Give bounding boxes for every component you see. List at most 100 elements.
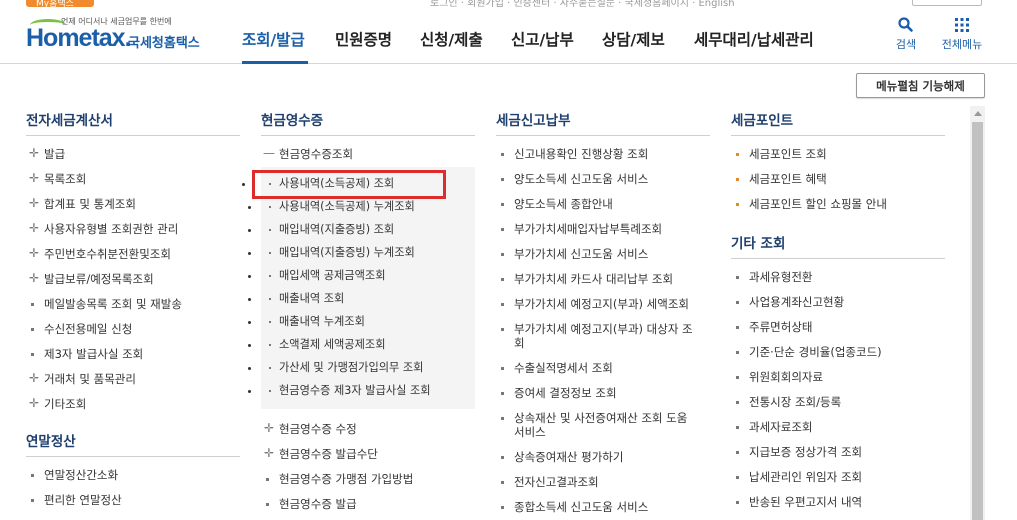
plus-icon: ✛ — [263, 421, 275, 435]
menu-item[interactable]: ✛ 발급보류/예정목록조회 — [26, 267, 240, 292]
menu-item[interactable]: 가산세 및 가맹점가입의무 조회 — [261, 357, 475, 380]
menu-item-label: 매입내역(지출증빙) 누계조회 — [279, 246, 415, 259]
menu-item[interactable]: 부가가치세 예정고지(부과) 대상자 조회 — [496, 317, 696, 356]
menu-item-label: 사업용계좌신고현황 — [749, 295, 845, 309]
menu-item[interactable]: 납세관리인 위임자 조회 — [731, 465, 945, 490]
menu-item-label: 편리한 연말정산 — [44, 493, 122, 507]
menu-item[interactable]: 세금포인트 혜택 — [731, 167, 945, 192]
menu-item[interactable]: 현금영수증 제3자 발급사실 조회 — [261, 380, 475, 403]
menu-item[interactable]: 사업용계좌신고현황 — [731, 290, 945, 315]
plus-icon: ✛ — [28, 196, 40, 210]
menu-item-label: 수신전용메일 신청 — [44, 322, 133, 336]
gnb-report-pay[interactable]: 신고/납부 — [511, 28, 574, 50]
plus-icon: ✛ — [263, 446, 275, 460]
menu-item[interactable]: 종합소득세 신고도움 서비스 — [496, 495, 710, 520]
bullet-icon — [269, 344, 271, 346]
menu-item[interactable]: 세금포인트 조회 — [731, 142, 945, 167]
menu-item[interactable]: 전통시장 조회/등록 — [731, 390, 945, 415]
menu-item[interactable]: 부가가치세 예정고지(부과) 세액조회 — [496, 292, 710, 317]
menu-item[interactable]: ✛ 현금영수증 발급수단 — [261, 442, 475, 467]
menu-item[interactable]: 주류면허상태 — [731, 315, 945, 340]
menu-item-label: 수출실적명세서 조회 — [514, 361, 613, 375]
gnb-inquiry[interactable]: 조회/발급 — [242, 28, 305, 50]
menu-item[interactable]: 반송된 우편고지서 내역 — [731, 490, 945, 515]
search-button[interactable]: 검색 — [876, 16, 936, 52]
menu-item[interactable]: 과세유형전환 — [731, 265, 945, 290]
menu-item[interactable]: 상속재산 및 사전증여재산 조회 도움서비스 — [496, 406, 696, 445]
menu-item[interactable]: 위원회회의자료 — [731, 365, 945, 390]
menu-item-label: 부가가치세 예정고지(부과) 대상자 조회 — [514, 322, 693, 350]
bullet-icon — [501, 253, 504, 256]
menu-item[interactable]: ✛ 합계표 및 통계조회 — [26, 192, 240, 217]
bullet-icon — [736, 351, 739, 354]
menu-item[interactable]: 부가가치세 카드사 대리납부 조회 — [496, 267, 710, 292]
bullet-icon — [501, 203, 504, 206]
my-hometax-tab[interactable]: My홈택스 — [26, 0, 94, 8]
menu-item[interactable]: 현금영수증 발급 — [261, 492, 475, 517]
bullet-icon — [266, 478, 269, 481]
bullet-icon — [736, 203, 739, 206]
all-menu-button[interactable]: 전체메뉴 — [932, 16, 992, 52]
bullet-icon — [501, 228, 504, 231]
gnb-apply[interactable]: 신청/제출 — [420, 28, 483, 50]
menu-item[interactable]: ✛ 기타조회 — [26, 392, 240, 417]
menu-item[interactable]: 편리한 연말정산 — [26, 488, 240, 513]
menu-item[interactable]: 사용내역(소득공제) 누계조회 — [261, 196, 475, 219]
gnb-tax-agent[interactable]: 세무대리/납세관리 — [694, 28, 814, 50]
bullet-icon — [31, 328, 34, 331]
menu-item[interactable]: 부가가치세매입자납부특례조회 — [496, 217, 710, 242]
top-links[interactable]: 로그인 · 회원가입 · 인증센터 · 자주묻는질문 · 국세청홈페이지 · E… — [430, 0, 735, 8]
menu-item[interactable]: 매출내역 누계조회 — [261, 311, 475, 334]
menu-item-label: 합계표 및 통계조회 — [44, 197, 136, 211]
menu-item[interactable]: 연말정산간소화 — [26, 463, 240, 488]
bullet-icon — [266, 503, 269, 506]
menu-item-label: 과세자료조회 — [749, 420, 813, 434]
menu-item[interactable]: 기준·단순 경비율(업종코드) — [731, 340, 945, 365]
menu-list: 과세유형전환사업용계좌신고현황주류면허상태 기준·단순 경비율(업종코드) 위원회회… — [731, 259, 945, 515]
menu-item-label: 사용내역(소득공제) 조회 — [279, 177, 395, 190]
menu-item[interactable]: 세금포인트 할인 쇼핑몰 안내 — [731, 192, 945, 217]
menu-item[interactable]: 사용내역(소득공제) 조회 — [252, 170, 446, 199]
menu-item[interactable]: 매출내역 조회 — [261, 288, 475, 311]
col-title: 세금포인트 — [731, 106, 945, 136]
scrollbar-thumb[interactable] — [972, 122, 983, 520]
menu-item[interactable]: 과세자료조회 — [731, 415, 945, 440]
bullet-icon — [501, 303, 504, 306]
hometax-logo[interactable]: 언제 어디서나 세금업무를 한번에 Hometax. 국세청홈택스 — [26, 16, 216, 56]
menu-item-label: 주민번호수취분전환및조회 — [44, 247, 171, 261]
gnb-certificate[interactable]: 민원증명 — [335, 28, 392, 50]
menu-item[interactable]: 수신전용메일 신청 — [26, 317, 240, 342]
menu-item-label: 발급 — [44, 147, 66, 161]
menu-item[interactable]: ✛ 주민번호수취분전환및조회 — [26, 242, 240, 267]
menu-item[interactable]: 메일발송목록 조회 및 재발송 — [26, 292, 240, 317]
gnb-consult[interactable]: 상담/제보 — [602, 28, 665, 50]
menu-item[interactable]: 수출실적명세서 조회 — [496, 356, 710, 381]
menu-item[interactable]: 상속증여재산 평가하기 — [496, 445, 710, 470]
top-search-box[interactable] — [912, 0, 982, 6]
menu-item[interactable]: ✛ 현금영수증 수정 — [261, 417, 475, 442]
cash-receipt-inquiry-toggle[interactable]: — 현금영수증조회 — [261, 142, 475, 167]
menu-item[interactable]: 양도소득세 종합안내 — [496, 192, 710, 217]
menu-unfold-toggle-button[interactable]: 메뉴펼침 기능해제 — [856, 73, 985, 98]
menu-item[interactable]: 신고내용확인 진행상황 조회 — [496, 142, 710, 167]
menu-item[interactable]: 매입세액 공제금액조회 — [261, 265, 475, 288]
menu-item[interactable]: ✛ 거래처 및 품목관리 — [26, 367, 240, 392]
menu-item[interactable]: 매입내역(지출증빙) 누계조회 — [261, 242, 475, 265]
menu-item[interactable]: 부가가치세 신고도움 서비스 — [496, 242, 710, 267]
scroll-up-arrow-icon[interactable] — [970, 106, 985, 121]
menu-item[interactable]: ✛ 목록조회 — [26, 167, 240, 192]
menu-item[interactable]: 전자신고결과조회 — [496, 470, 710, 495]
top-strip: My홈택스 로그인 · 회원가입 · 인증센터 · 자주묻는질문 · 국세청홈페… — [0, 0, 1017, 8]
bullet-icon — [501, 178, 504, 181]
menu-item[interactable]: 제3자 발급사실 조회 — [26, 342, 240, 367]
menu-item[interactable]: 매입내역(지출증빙) 조회 — [261, 219, 475, 242]
scrollbar[interactable] — [970, 106, 985, 520]
menu-item[interactable]: 소액결제 세액공제조회 — [261, 334, 475, 357]
menu-item[interactable]: 양도소득세 신고도움 서비스 — [496, 167, 710, 192]
bullet-icon — [501, 367, 504, 370]
menu-item[interactable]: 증여세 결정정보 조회 — [496, 381, 710, 406]
menu-item[interactable]: 현금영수증 가맹점 가입방법 — [261, 467, 475, 492]
menu-item[interactable]: ✛ 사용자유형별 조회권한 관리 — [26, 217, 240, 242]
menu-item[interactable]: ✛ 발급 — [26, 142, 240, 167]
menu-item[interactable]: 지급보증 정상가격 조회 — [731, 440, 945, 465]
